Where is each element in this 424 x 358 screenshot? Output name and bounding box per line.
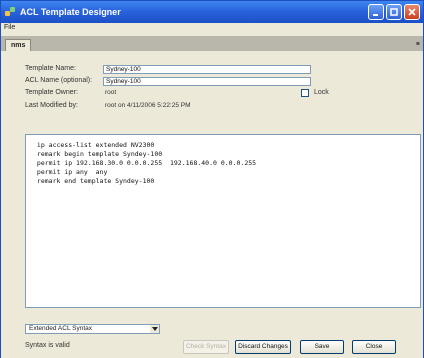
syntax-status: Syntax is valid (25, 342, 70, 349)
editor-line: permit ip 192.168.30.0 0.0.0.255 192.168… (33, 159, 257, 167)
editor-line: remark end template Syndey-100 (33, 177, 155, 185)
syntax-select[interactable]: Extended ACL Syntax (25, 324, 160, 334)
last-modified-label: Last Modified by: (25, 102, 78, 109)
chevron-down-icon (150, 325, 159, 333)
acl-name-label: ACL Name (optional): (25, 77, 93, 84)
app-icon (5, 6, 17, 18)
save-button[interactable]: Save (300, 340, 344, 354)
last-modified-value: root on 4/11/2006 5:22:25 PM (105, 102, 191, 109)
check-syntax-button[interactable]: Check Syntax (183, 340, 229, 354)
template-name-label: Template Name: (25, 65, 76, 72)
maximize-button[interactable] (386, 4, 402, 20)
window-title: ACL Template Designer (20, 7, 121, 17)
template-name-field[interactable]: Sydney-100 (103, 65, 311, 74)
syntax-select-value: Extended ACL Syntax (29, 325, 92, 332)
lock-checkbox[interactable] (301, 89, 309, 97)
template-owner-value: root (105, 89, 117, 96)
editor-line: remark begin template Syndey-100 (33, 150, 163, 158)
maximize-icon (390, 8, 398, 16)
close-window-button[interactable] (404, 4, 420, 20)
lock-label: Lock (314, 89, 329, 96)
editor-line: ip access-list extended NV2300 (33, 141, 155, 149)
editor-line: permit ip any any (33, 168, 108, 176)
close-button[interactable]: Close (352, 340, 396, 354)
minimize-button[interactable] (368, 4, 384, 20)
form-panel: Template Name: Sydney-100 ACL Name (opti… (1, 51, 423, 358)
tab-menu-icon[interactable]: ▪ (416, 40, 420, 47)
acl-editor[interactable]: ip access-list extended NV2300 remark be… (25, 134, 421, 308)
discard-changes-button[interactable]: Discard Changes (235, 340, 291, 354)
tab-strip: nms ▪ (1, 36, 423, 51)
minimize-icon (373, 14, 378, 16)
acl-template-designer-window: ACL Template Designer File nms ▪ Templat… (0, 0, 424, 358)
close-icon (408, 8, 416, 16)
template-owner-label: Template Owner: (25, 89, 78, 96)
tab-nms[interactable]: nms (5, 39, 32, 51)
menu-bar: File (1, 23, 423, 35)
title-bar[interactable]: ACL Template Designer (1, 1, 423, 23)
menu-file[interactable]: File (4, 24, 15, 31)
acl-name-field[interactable]: Sydney-100 (103, 77, 311, 86)
